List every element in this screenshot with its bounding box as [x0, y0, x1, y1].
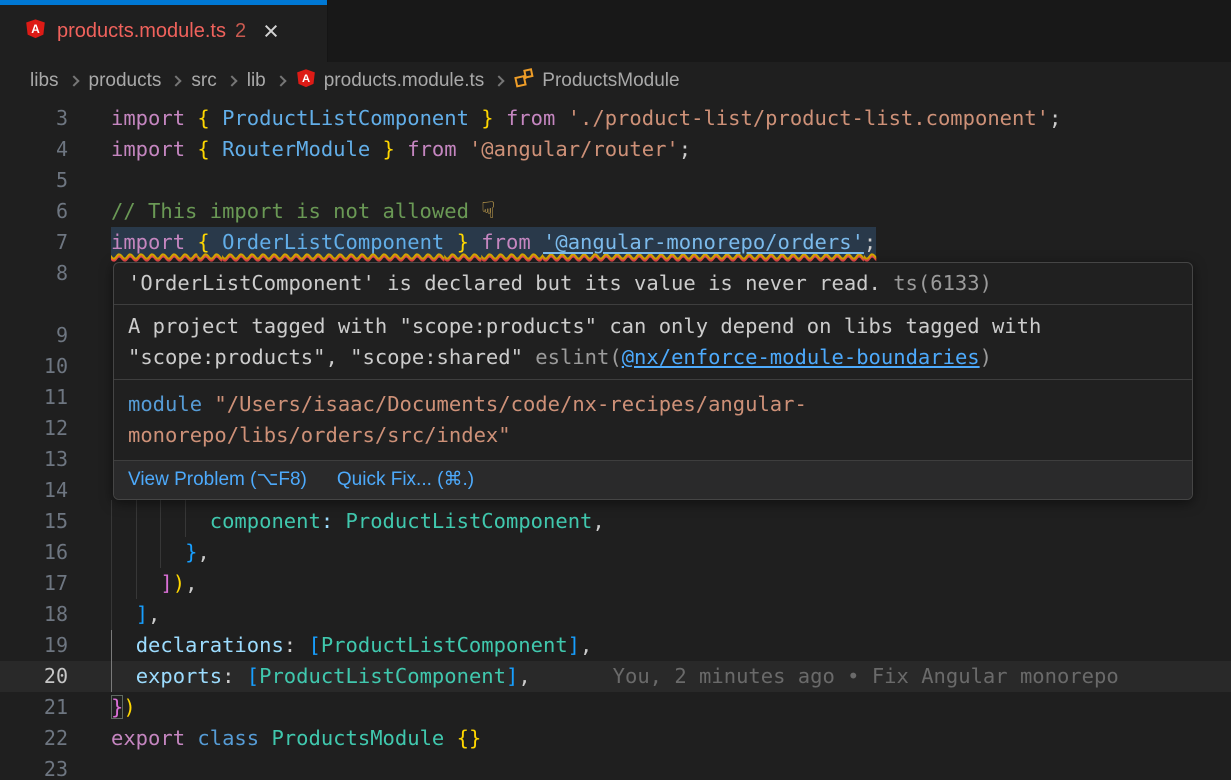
breadcrumb-libs[interactable]: libs	[30, 70, 59, 92]
code-content[interactable]: },	[68, 537, 210, 568]
code-content[interactable]	[68, 382, 111, 413]
code-content[interactable]	[68, 754, 111, 780]
code-content[interactable]	[68, 444, 111, 475]
code-content[interactable]: exports: [ProductListComponent],	[68, 661, 531, 692]
angular-icon: A	[25, 18, 46, 44]
code-content[interactable]: import { ProductListComponent } from './…	[68, 103, 1061, 134]
line-number[interactable]: 13	[0, 444, 68, 475]
tab-bar: A products.module.ts 2 ×	[0, 0, 1231, 62]
git-blame-annotation: You, 2 minutes ago • Fix Angular monorep…	[613, 661, 1119, 692]
line-number[interactable]: 8	[0, 258, 68, 289]
code-content[interactable]: })	[68, 692, 136, 723]
line-number[interactable]: 14	[0, 475, 68, 506]
chevron-right-icon	[171, 75, 182, 86]
svg-text:A: A	[302, 73, 310, 85]
breadcrumb-file[interactable]: A products.module.ts	[296, 68, 485, 94]
indent-guide	[160, 500, 161, 568]
close-icon[interactable]: ×	[263, 21, 279, 41]
line-number[interactable]: 22	[0, 723, 68, 754]
code-line: 6// This import is not allowed ☟	[0, 196, 1231, 227]
code-editor[interactable]: 3import { ProductListComponent } from '.…	[0, 100, 1231, 780]
breadcrumb: libs products src lib A products.module.…	[0, 62, 1231, 100]
ts-error-message: 'OrderListComponent' is declared but its…	[114, 263, 1192, 305]
chevron-right-icon	[68, 75, 79, 86]
code-line: 21})	[0, 692, 1231, 723]
indent-guide	[185, 500, 186, 537]
code-line: 16 },	[0, 537, 1231, 568]
code-content[interactable]: component: ProductListComponent,	[68, 506, 605, 537]
line-number[interactable]: 5	[0, 165, 68, 196]
error-hover-popup: 'OrderListComponent' is declared but its…	[113, 262, 1193, 500]
line-number[interactable]: 9	[0, 320, 68, 351]
line-number[interactable]: 18	[0, 599, 68, 630]
line-number[interactable]: 11	[0, 382, 68, 413]
line-number[interactable]: 15	[0, 506, 68, 537]
tab-problem-count: 2	[235, 20, 246, 43]
line-number[interactable]: 17	[0, 568, 68, 599]
hover-actions: View Problem (⌥F8) Quick Fix... (⌘.)	[114, 461, 1192, 499]
active-indent-guide	[111, 630, 112, 692]
code-content[interactable]	[68, 351, 111, 382]
breadcrumb-src[interactable]: src	[191, 70, 216, 92]
code-line: 4import { RouterModule } from '@angular/…	[0, 134, 1231, 165]
breadcrumb-symbol[interactable]: ProductsModule	[514, 68, 679, 94]
code-content[interactable]	[68, 320, 111, 351]
line-number[interactable]: 19	[0, 630, 68, 661]
line-number[interactable]: 12	[0, 413, 68, 444]
svg-text:A: A	[31, 22, 40, 36]
code-content[interactable]	[68, 165, 111, 196]
line-number[interactable]: 16	[0, 537, 68, 568]
quick-fix-link[interactable]: Quick Fix... (⌘.)	[337, 467, 474, 493]
line-number[interactable]: 10	[0, 351, 68, 382]
code-content[interactable]	[68, 258, 111, 289]
line-number[interactable]: 4	[0, 134, 68, 165]
line-number[interactable]	[0, 289, 68, 320]
code-line: 18 ],	[0, 599, 1231, 630]
tab-label: products.module.ts	[57, 20, 226, 43]
code-line: 17 ]),	[0, 568, 1231, 599]
code-content[interactable]	[68, 289, 111, 320]
code-content[interactable]	[68, 475, 111, 506]
code-line: 19 declarations: [ProductListComponent],	[0, 630, 1231, 661]
code-content[interactable]: import { OrderListComponent } from '@ang…	[68, 227, 876, 258]
view-problem-link[interactable]: View Problem (⌥F8)	[128, 467, 307, 493]
class-symbol-icon	[514, 68, 534, 94]
line-number[interactable]: 3	[0, 103, 68, 134]
code-content[interactable]: ],	[68, 599, 160, 630]
indent-guide	[136, 500, 137, 599]
breadcrumb-lib[interactable]: lib	[247, 70, 266, 92]
nx-rule-link[interactable]: @nx/enforce-module-boundaries	[622, 345, 980, 369]
code-content[interactable]: // This import is not allowed ☟	[68, 196, 495, 227]
chevron-right-icon	[275, 75, 286, 86]
breadcrumb-products[interactable]: products	[89, 70, 162, 92]
code-content[interactable]	[68, 413, 111, 444]
line-number[interactable]: 23	[0, 754, 68, 780]
line-number[interactable]: 20	[0, 661, 68, 692]
line-number[interactable]: 21	[0, 692, 68, 723]
vscode-window: A products.module.ts 2 × libs products s…	[0, 0, 1231, 780]
chevron-right-icon	[494, 75, 505, 86]
code-content[interactable]: export class ProductsModule {}	[68, 723, 481, 754]
error-squiggle: import { OrderListComponent } from '@ang…	[111, 227, 876, 258]
code-content[interactable]: ]),	[68, 568, 197, 599]
line-number[interactable]: 6	[0, 196, 68, 227]
code-content[interactable]: import { RouterModule } from '@angular/r…	[68, 134, 691, 165]
code-line: 22export class ProductsModule {}	[0, 723, 1231, 754]
active-tab-indicator	[0, 0, 327, 5]
ts-error-code: ts(6133)	[881, 271, 992, 295]
code-content[interactable]: declarations: [ProductListComponent],	[68, 630, 592, 661]
tab-products-module[interactable]: A products.module.ts 2 ×	[0, 0, 328, 62]
current-code-line: 20 exports: [ProductListComponent], You, …	[0, 661, 1231, 692]
line-number[interactable]: 7	[0, 227, 68, 258]
code-line: 5	[0, 165, 1231, 196]
code-line-with-error: 7 import { OrderListComponent } from '@an…	[0, 227, 1231, 258]
code-line: 23	[0, 754, 1231, 780]
angular-icon: A	[296, 68, 316, 94]
code-line: 3import { ProductListComponent } from '.…	[0, 103, 1231, 134]
chevron-right-icon	[226, 75, 237, 86]
eslint-error-message: A project tagged with "scope:products" c…	[114, 305, 1192, 380]
module-info: module "/Users/isaac/Documents/code/nx-r…	[114, 380, 1192, 461]
